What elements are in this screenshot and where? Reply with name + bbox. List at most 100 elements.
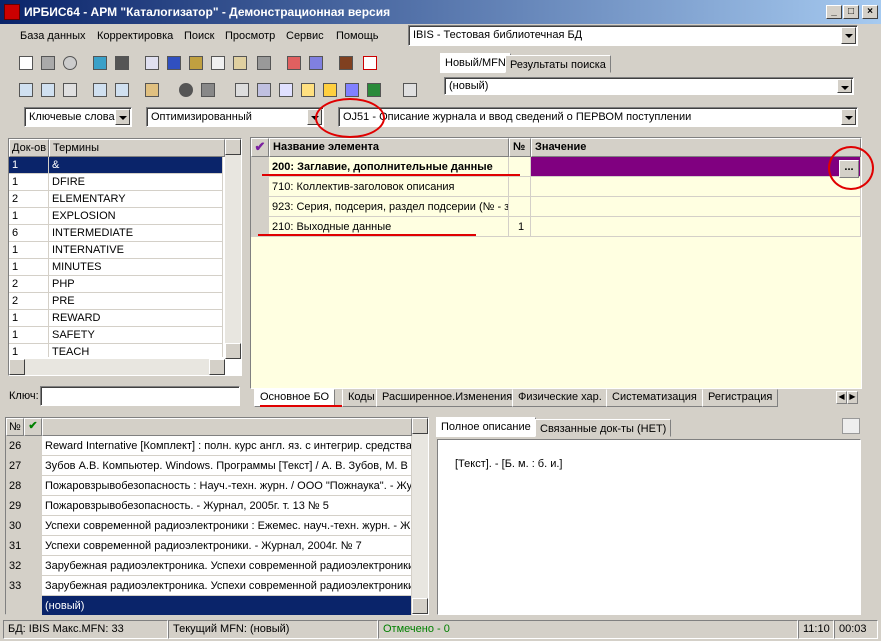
list-item[interactable]: 2 PRE <box>9 293 223 310</box>
record-check[interactable] <box>24 436 42 456</box>
list-item[interactable]: 27 Зубов А.В. Компьютер. Windows. Програм… <box>6 456 412 476</box>
tools-icon[interactable] <box>142 80 162 100</box>
new-record-icon[interactable] <box>16 53 36 73</box>
element-num[interactable] <box>509 197 531 217</box>
list-item[interactable]: 1 TEACH <box>9 344 223 357</box>
search-mode-select[interactable]: Ключевые слова <box>24 107 132 127</box>
list-item[interactable]: 1 INTERNATIVE <box>9 242 223 259</box>
comment4-icon[interactable] <box>112 80 132 100</box>
menu-help[interactable]: Помощь <box>336 30 379 42</box>
record-select[interactable]: (новый) <box>444 77 854 95</box>
export-icon[interactable] <box>306 53 326 73</box>
terms-header-count[interactable]: Док-ов <box>9 139 49 157</box>
chevron-down-icon[interactable] <box>841 109 856 125</box>
edit-icon[interactable] <box>230 53 250 73</box>
record-check[interactable] <box>24 576 42 596</box>
chevron-down-icon[interactable] <box>841 27 856 44</box>
list-item[interactable]: 1 REWARD <box>9 310 223 327</box>
import-icon[interactable] <box>284 53 304 73</box>
save-icon[interactable] <box>38 53 58 73</box>
print-preview-icon[interactable] <box>254 80 274 100</box>
element-num[interactable] <box>509 177 531 197</box>
list-item[interactable]: (новый) <box>6 596 412 616</box>
comment2-icon[interactable] <box>38 80 58 100</box>
delete-icon[interactable] <box>254 53 274 73</box>
maximize-button[interactable]: □ <box>843 5 859 19</box>
copy-icon[interactable] <box>142 53 162 73</box>
worksheet-select[interactable]: OJ51 - Описание журнала и ввод сведений … <box>338 107 858 127</box>
list-item[interactable]: 26 Reward Internative [Комплект] : полн. … <box>6 436 412 456</box>
tab-5[interactable]: Регистрация <box>702 389 779 407</box>
editor-header-name[interactable]: Название элемента <box>269 138 509 157</box>
scroll-up-icon[interactable] <box>412 418 428 434</box>
table-row[interactable]: 710: Коллектив-заголовок описания <box>251 177 861 197</box>
view-icon[interactable] <box>176 80 196 100</box>
table-icon[interactable] <box>400 80 420 100</box>
comment-icon[interactable] <box>16 80 36 100</box>
record-check[interactable] <box>24 536 42 556</box>
paste-icon[interactable] <box>186 53 206 73</box>
list-item[interactable]: 29 Пожаровзрывобезопасность. - Журнал, 20… <box>6 496 412 516</box>
element-num[interactable]: 1 <box>509 217 531 237</box>
excel-icon[interactable] <box>364 80 384 100</box>
print-icon[interactable] <box>232 80 252 100</box>
scroll-down-icon[interactable] <box>225 343 241 359</box>
menu-search[interactable]: Поиск <box>184 30 214 42</box>
tab-new-mfn[interactable]: Новый/MFN <box>440 53 511 73</box>
check-icon[interactable]: ✔ <box>251 138 269 157</box>
element-name[interactable]: 710: Коллектив-заголовок описания <box>269 177 509 197</box>
minimize-button[interactable]: _ <box>826 5 842 19</box>
terms-hscroll[interactable] <box>9 359 225 375</box>
list-item[interactable]: 1 SAFETY <box>9 327 223 344</box>
editor-header-value[interactable]: Значение <box>531 138 861 157</box>
list-item[interactable]: 31 Успехи современной радиоэлектроники. -… <box>6 536 412 556</box>
terms-vscroll[interactable] <box>225 139 241 359</box>
menu-service[interactable]: Сервис <box>286 30 324 42</box>
search-strategy-select[interactable]: Оптимизированный <box>146 107 324 127</box>
element-value[interactable] <box>531 177 861 197</box>
list-item[interactable]: 30 Успехи современной радиоэлектроники : … <box>6 516 412 536</box>
element-value[interactable] <box>531 197 861 217</box>
list-icon[interactable] <box>208 53 228 73</box>
tab-1[interactable]: Коды <box>342 389 381 407</box>
editor-header-num[interactable]: № <box>509 138 531 157</box>
menu-edit[interactable]: Корректировка <box>97 30 173 42</box>
list-item[interactable]: 2 PHP <box>9 276 223 293</box>
folder-open-icon[interactable] <box>320 80 340 100</box>
list-item[interactable]: 2 ELEMENTARY <box>9 191 223 208</box>
comment3-icon[interactable] <box>90 80 110 100</box>
tab-full-description[interactable]: Полное описание <box>436 417 536 437</box>
tab-scroll-right-icon[interactable]: ▶ <box>847 391 858 404</box>
chart-icon[interactable] <box>342 80 362 100</box>
docs-icon[interactable] <box>298 80 318 100</box>
element-name[interactable]: 923: Серия, подсерия, раздел подсерии (№… <box>269 197 509 217</box>
scroll-down-icon[interactable] <box>412 598 428 614</box>
scroll-right-icon[interactable] <box>209 359 225 375</box>
terms-header-term[interactable]: Термины <box>49 139 225 157</box>
folder-icon[interactable] <box>198 80 218 100</box>
print-icon[interactable] <box>842 418 860 434</box>
records-header-num[interactable]: № <box>6 418 24 436</box>
chevron-down-icon[interactable] <box>115 109 130 125</box>
tab-scroll-left-icon[interactable]: ◀ <box>836 391 847 404</box>
element-value[interactable] <box>531 217 861 237</box>
undo-icon[interactable] <box>60 53 80 73</box>
terms-list[interactable]: Док-ов Термины 1 & 1 DFIRE 2 ELEMENTARY 1 EXPLO… <box>8 138 242 376</box>
record-check[interactable] <box>24 456 42 476</box>
close-button[interactable]: × <box>862 5 878 19</box>
record-check[interactable] <box>24 596 42 616</box>
print-forms-icon[interactable] <box>276 80 296 100</box>
z3950-icon[interactable] <box>360 53 380 73</box>
record-check[interactable] <box>24 496 42 516</box>
tab-search-results[interactable]: Результаты поиска <box>505 55 611 73</box>
back-icon[interactable] <box>90 53 110 73</box>
table-row[interactable]: 923: Серия, подсерия, раздел подсерии (№… <box>251 197 861 217</box>
records-list[interactable]: № ✔ 26 Reward Internative [Комплект] : по… <box>5 417 429 616</box>
chevron-down-icon[interactable] <box>837 79 852 93</box>
records-header-desc[interactable] <box>42 418 412 436</box>
list-item[interactable]: 1 & <box>9 157 223 174</box>
record-check[interactable] <box>24 476 42 496</box>
list-item[interactable]: 1 MINUTES <box>9 259 223 276</box>
record-check[interactable] <box>24 556 42 576</box>
tab-linked-docs[interactable]: Связанные док-ты (НЕТ) <box>535 419 672 437</box>
